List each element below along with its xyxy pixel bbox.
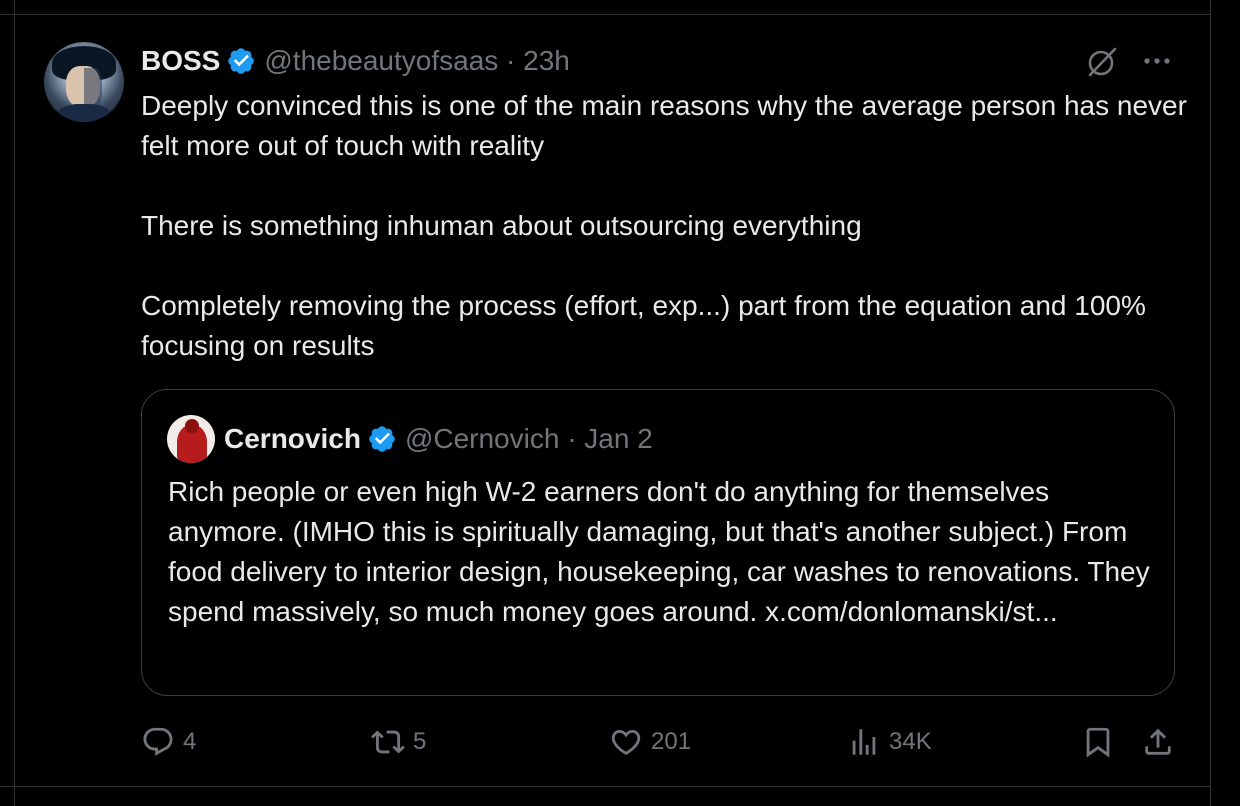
reply-count: 4 (183, 728, 197, 755)
author-avatar[interactable] (44, 42, 124, 122)
repost-button[interactable]: 5 (371, 722, 426, 762)
like-count: 201 (651, 728, 692, 755)
author-handle-time[interactable]: @thebeautyofsaas · 23h (264, 45, 570, 77)
verified-badge-icon[interactable] (367, 424, 397, 454)
reply-icon (143, 727, 173, 756)
author-name[interactable]: BOSS (141, 45, 220, 77)
grok-icon[interactable] (1084, 44, 1120, 80)
more-icon[interactable] (1140, 50, 1174, 72)
like-icon (611, 729, 641, 755)
repost-count: 5 (413, 728, 427, 755)
verified-badge-icon[interactable] (226, 46, 256, 76)
share-button[interactable] (1141, 722, 1175, 762)
post-divider-bottom (0, 786, 1210, 787)
views-count: 34K (889, 728, 932, 755)
quoted-post[interactable]: Cernovich @Cernovich · Jan 2 Rich people… (141, 389, 1175, 696)
post-header: BOSS @thebeautyofsaas · 23h (141, 44, 570, 78)
views-icon (852, 729, 876, 755)
quoted-post-text: Rich people or even high W-2 earners don… (168, 476, 1150, 627)
like-button[interactable]: 201 (609, 722, 691, 762)
post-divider-top (0, 14, 1210, 15)
post-actions: 4 5 201 34K (141, 722, 1181, 762)
timeline-border-right (1210, 0, 1211, 806)
repost-icon (371, 730, 405, 754)
timeline-border-left (14, 0, 15, 806)
share-icon (1145, 728, 1171, 755)
reply-button[interactable]: 4 (141, 722, 196, 762)
quoted-post-header: Cernovich @Cernovich · Jan 2 (224, 422, 653, 456)
bookmark-icon (1086, 727, 1110, 758)
quoted-author-name[interactable]: Cernovich (224, 423, 361, 455)
post-text: Deeply convinced this is one of the main… (141, 90, 1187, 361)
quoted-author-avatar[interactable] (167, 415, 215, 463)
quoted-author-handle-time[interactable]: @Cernovich · Jan 2 (405, 423, 653, 455)
bookmark-button[interactable] (1081, 722, 1115, 762)
views-button[interactable]: 34K (847, 722, 932, 762)
